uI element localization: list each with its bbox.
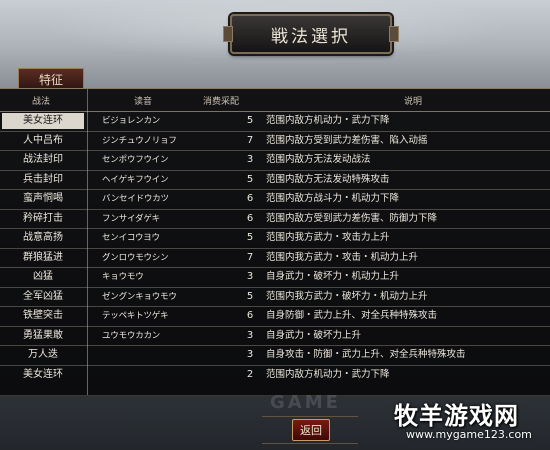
- tactic-cost: 2: [246, 368, 254, 380]
- tactic-reading: センポウフウイン: [102, 155, 169, 165]
- tactic-row[interactable]: 全军凶猛 ゼングンキョウモウ 5 范围内我方武力・破坏力・机动力上升: [0, 286, 550, 307]
- header-cost: 消费采配: [203, 97, 240, 107]
- tactic-desc: 范围内敌方战斗力・机动力下降: [266, 193, 400, 204]
- tactics-list-panel: 战法 读音 消费采配 说明 美女连环 ビジョレンカン 5 范围内敌方机动力・武力下降人…: [0, 88, 550, 396]
- screen-title-text: 戦法選択: [271, 26, 351, 47]
- watermark-site-name: 牧羊游戏网: [394, 402, 519, 430]
- tactic-desc: 范围内敌方无法发动战法: [266, 154, 371, 165]
- tactic-cost: 3: [246, 349, 254, 360]
- tactic-name: 万人迭: [28, 349, 58, 360]
- tactic-name: 美女连环: [23, 368, 63, 380]
- tactic-cost: 3: [246, 329, 254, 341]
- tactic-name: 勇猛果敢: [23, 329, 63, 341]
- tactic-desc: 范围内敌方机动力・武力下降: [266, 115, 390, 126]
- back-button-label: 返回: [300, 424, 322, 437]
- watermark-site-url: www.mygame123.com: [406, 428, 532, 441]
- tab-features-label: 特征: [38, 72, 63, 87]
- header-desc: 说明: [404, 97, 423, 107]
- tactic-name: 战意高扬: [23, 232, 63, 243]
- tactic-name: 群狼猛进: [23, 251, 63, 263]
- tactic-reading: センイコウヨウ: [102, 233, 160, 243]
- tactic-desc: 自身武力・破坏力上升: [266, 329, 362, 341]
- tactic-cost: 6: [246, 310, 254, 321]
- tactic-reading: ヘイゲキフウイン: [102, 174, 169, 185]
- tactic-cost: 3: [246, 154, 254, 165]
- tactic-name: 人中吕布: [23, 134, 63, 146]
- tactic-name: 凶猛: [33, 271, 53, 282]
- tactic-row[interactable]: 群狼猛进 グンロウモウシン 7 范围内我方武力・攻击・机动力上升: [0, 247, 550, 268]
- tactic-name: 铁壁突击: [23, 310, 63, 321]
- tactic-row[interactable]: 蛮声恫喝 バンセイドウカツ 6 范围内敌方战斗力・机动力下降: [0, 189, 550, 209]
- table-header: 战法 读音 消费采配 说明: [0, 91, 550, 109]
- tactic-row[interactable]: 勇猛果敢 ユウモウカカン 3 自身武力・破坏力上升: [0, 325, 550, 346]
- tactic-cost: 5: [246, 232, 254, 243]
- tactic-row[interactable]: 战法封印 センポウフウイン 3 范围内敌方无法发动战法: [0, 150, 550, 170]
- tactic-desc: 范围内我方武力・攻击・机动力上升: [266, 251, 419, 263]
- tactic-desc: 范围内我方武力・破坏力・机动力上升: [266, 290, 428, 302]
- watermark-faint: GAME: [270, 392, 341, 413]
- tactic-desc: 范围内敌方受到武力差伤害、陷入动摇: [266, 134, 428, 146]
- tactic-cost: 3: [246, 271, 254, 282]
- tactic-row[interactable]: 兵击封印 ヘイゲキフウイン 5 范围内敌方无法发动特殊攻击: [0, 169, 550, 190]
- tactic-name: 美女连环: [2, 113, 84, 129]
- tactic-name: 兵击封印: [23, 173, 63, 185]
- tactic-cost: 6: [246, 212, 254, 224]
- tactic-row[interactable]: 美女连环 2 范围内敌方机动力・武力下降: [0, 364, 550, 385]
- tactic-desc: 范围内敌方受到武力差伤害、防御力下降: [266, 212, 438, 224]
- tactic-reading: ビジョレンカン: [102, 116, 161, 126]
- tactics-rows: 美女连环 ビジョレンカン 5 范围内敌方机动力・武力下降 人中吕布 ジンチュウノリョフ 7 范…: [0, 111, 550, 384]
- tactic-reading: ゼングンキョウモウ: [102, 291, 177, 302]
- tactic-name: 全军凶猛: [23, 290, 63, 302]
- tactic-reading: キョウモウ: [102, 272, 144, 282]
- tactic-row[interactable]: 铁壁突击 テッペキトツゲキ 6 自身防御・武力上升、对全兵种特殊攻击: [0, 306, 550, 326]
- tactic-cost: 6: [246, 193, 254, 204]
- back-button[interactable]: 返回: [292, 419, 330, 441]
- tactic-desc: 自身攻击・防御・武力上升、对全兵种特殊攻击: [266, 349, 466, 360]
- tactic-name: 矜碎打击: [23, 212, 63, 224]
- tactic-name: 蛮声恫喝: [23, 193, 63, 204]
- tactic-desc: 自身防御・武力上升、对全兵种特殊攻击: [266, 310, 438, 321]
- tactic-reading: ユウモウカカン: [102, 330, 161, 341]
- tactic-cost: 7: [246, 251, 254, 263]
- tactic-row[interactable]: 矜碎打击 フンサイダゲキ 6 范围内敌方受到武力差伤害、防御力下降: [0, 208, 550, 229]
- screen-title: 戦法選択: [223, 14, 399, 54]
- tactic-reading: テッペキトツゲキ: [102, 311, 169, 321]
- tactic-desc: 范围内我方武力・攻击力上升: [266, 232, 390, 243]
- tactic-reading: バンセイドウカツ: [102, 194, 169, 204]
- tab-features[interactable]: 特征: [18, 68, 84, 89]
- tactic-row[interactable]: 战意高扬 センイコウヨウ 5 范围内我方武力・攻击力上升: [0, 228, 550, 248]
- tactic-reading: フンサイダゲキ: [102, 213, 160, 224]
- tactic-cost: 5: [246, 173, 254, 185]
- tactic-cost: 5: [246, 290, 254, 302]
- tactic-reading: ジンチュウノリョフ: [102, 135, 177, 146]
- tactic-reading: グンロウモウシン: [102, 252, 169, 263]
- tactic-row[interactable]: 美女连环 ビジョレンカン 5 范围内敌方机动力・武力下降: [0, 111, 550, 131]
- tactic-cost: 5: [246, 115, 254, 126]
- tactic-name: 战法封印: [23, 154, 63, 165]
- tactic-desc: 范围内敌方机动力・武力下降: [266, 368, 390, 380]
- tactic-row[interactable]: 万人迭 3 自身攻击・防御・武力上升、对全兵种特殊攻击: [0, 345, 550, 365]
- tactic-row[interactable]: 人中吕布 ジンチュウノリョフ 7 范围内敌方受到武力差伤害、陷入动摇: [0, 130, 550, 151]
- tactic-cost: 7: [246, 134, 254, 146]
- tactic-desc: 范围内敌方无法发动特殊攻击: [266, 173, 390, 185]
- tactic-desc: 自身武力・破坏力・机动力上升: [266, 271, 400, 282]
- tactic-row[interactable]: 凶猛 キョウモウ 3 自身武力・破坏力・机动力上升: [0, 267, 550, 287]
- header-reading: 读音: [134, 97, 153, 107]
- header-name: 战法: [32, 97, 51, 107]
